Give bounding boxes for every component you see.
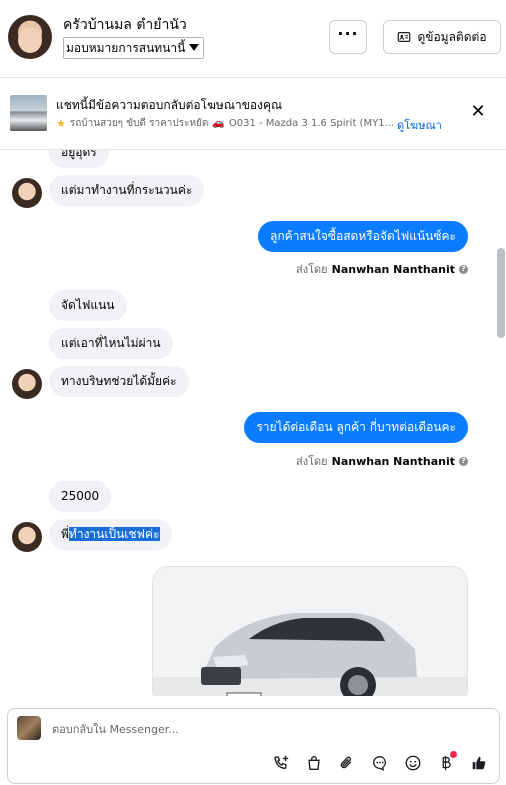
- page-avatar: [17, 716, 41, 740]
- assign-label: มอบหมายการสนทนานี้: [66, 41, 186, 55]
- assign-conversation-dropdown[interactable]: มอบหมายการสนทนานี้: [63, 37, 205, 59]
- ad-subtitle-text: รถบ้านสวยๆ ขับดี ราคาประหยัด: [69, 118, 209, 129]
- incoming-message[interactable]: อยู่อุดร: [49, 150, 109, 168]
- message-text: พี่: [61, 527, 69, 541]
- contact-avatar-small: [12, 369, 42, 399]
- car-photo-attachment[interactable]: [152, 566, 468, 696]
- info-icon[interactable]: ?: [459, 456, 468, 466]
- sender-name: Nanwhan Nanthanit: [331, 454, 455, 468]
- outgoing-message[interactable]: ลูกค้าสนใจซื้อสดหรือจัดไฟแน้นซ์คะ: [258, 221, 468, 252]
- caret-down-icon: [189, 44, 200, 51]
- contact-name[interactable]: ครัวบ้านมล ตำยำนัว: [63, 14, 187, 36]
- ad-banner-subtitle: ★ รถบ้านสวยๆ ขับดี ราคาประหยัด 🚗 O031 - …: [56, 116, 394, 131]
- ad-banner-title: แชทนี้มีข้อความตอบกลับต่อโฆษณาของคุณ: [56, 98, 283, 112]
- contact-card-icon: [398, 32, 411, 42]
- chat-bubble-icon[interactable]: [370, 753, 390, 773]
- incoming-message[interactable]: ทางบริษทช่วยได้มั้ยค่ะ: [49, 366, 189, 397]
- phone-add-icon[interactable]: [271, 753, 291, 773]
- contact-info-label: ดูข้อมูลติดต่อ: [417, 29, 487, 44]
- more-icon: ···: [337, 24, 359, 43]
- sent-by-label: ส่งโดย Nanwhan Nanthanit ?: [296, 260, 468, 278]
- view-contact-info-button[interactable]: ดูข้อมูลติดต่อ: [383, 20, 501, 54]
- incoming-message[interactable]: แต่เอาที่ไหนไม่ผ่าน: [49, 328, 173, 359]
- ad-reference: O031 - Mazda 3 1.6 Spirit (MY1...: [228, 118, 395, 129]
- notification-dot: [450, 751, 457, 758]
- incoming-message[interactable]: แต่มาทำงานที่กระนวนค่ะ: [49, 175, 205, 206]
- shopping-bag-icon[interactable]: [304, 753, 324, 773]
- outgoing-message[interactable]: รายได้ต่อเดือน ลูกค้า กี่บาทต่อเดือนคะ: [244, 412, 468, 443]
- reply-input[interactable]: [52, 717, 472, 741]
- car-photo-icon: [153, 567, 467, 696]
- composer-toolbar: [271, 751, 489, 773]
- sent-by-label: ส่งโดย Nanwhan Nanthanit ?: [296, 452, 468, 470]
- emoji-icon[interactable]: [403, 753, 423, 773]
- reply-composer: [7, 708, 500, 784]
- contact-avatar[interactable]: [8, 15, 52, 59]
- star-icon: ★: [56, 117, 66, 130]
- selected-text[interactable]: ทำงานเป็นเชฟค่ะ: [68, 527, 160, 541]
- incoming-message[interactable]: พี่ทำงานเป็นเชฟค่ะ: [49, 519, 172, 550]
- close-icon[interactable]: ✕: [468, 102, 488, 122]
- sender-name: Nanwhan Nanthanit: [331, 262, 455, 276]
- conversation-header: ครัวบ้านมล ตำยำนัว มอบหมายการสนทนานี้ ··…: [0, 0, 506, 78]
- info-icon[interactable]: ?: [459, 264, 468, 274]
- contact-avatar-small: [12, 178, 42, 208]
- incoming-message[interactable]: จัดไฟแนน: [49, 290, 127, 321]
- sent-by-prefix: ส่งโดย: [296, 455, 328, 468]
- contact-avatar-small: [12, 522, 42, 552]
- view-ad-link[interactable]: ดูโฆษณา: [397, 116, 442, 134]
- sent-by-prefix: ส่งโดย: [296, 263, 328, 276]
- ad-reply-banner: แชทนี้มีข้อความตอบกลับต่อโฆษณาของคุณ ★ ร…: [0, 78, 506, 150]
- ad-thumbnail[interactable]: [10, 95, 47, 131]
- paperclip-icon[interactable]: [337, 753, 357, 773]
- baht-icon[interactable]: [436, 751, 457, 773]
- more-options-button[interactable]: ···: [329, 20, 367, 54]
- message-thread[interactable]: อยู่อุดร แต่มาทำงานที่กระนวนค่ะ ลูกค้าสน…: [0, 150, 506, 696]
- scrollbar-thumb[interactable]: [497, 248, 505, 338]
- thumbs-up-icon[interactable]: [469, 753, 489, 773]
- car-icon: 🚗: [212, 118, 225, 129]
- incoming-message[interactable]: 25000: [49, 481, 112, 512]
